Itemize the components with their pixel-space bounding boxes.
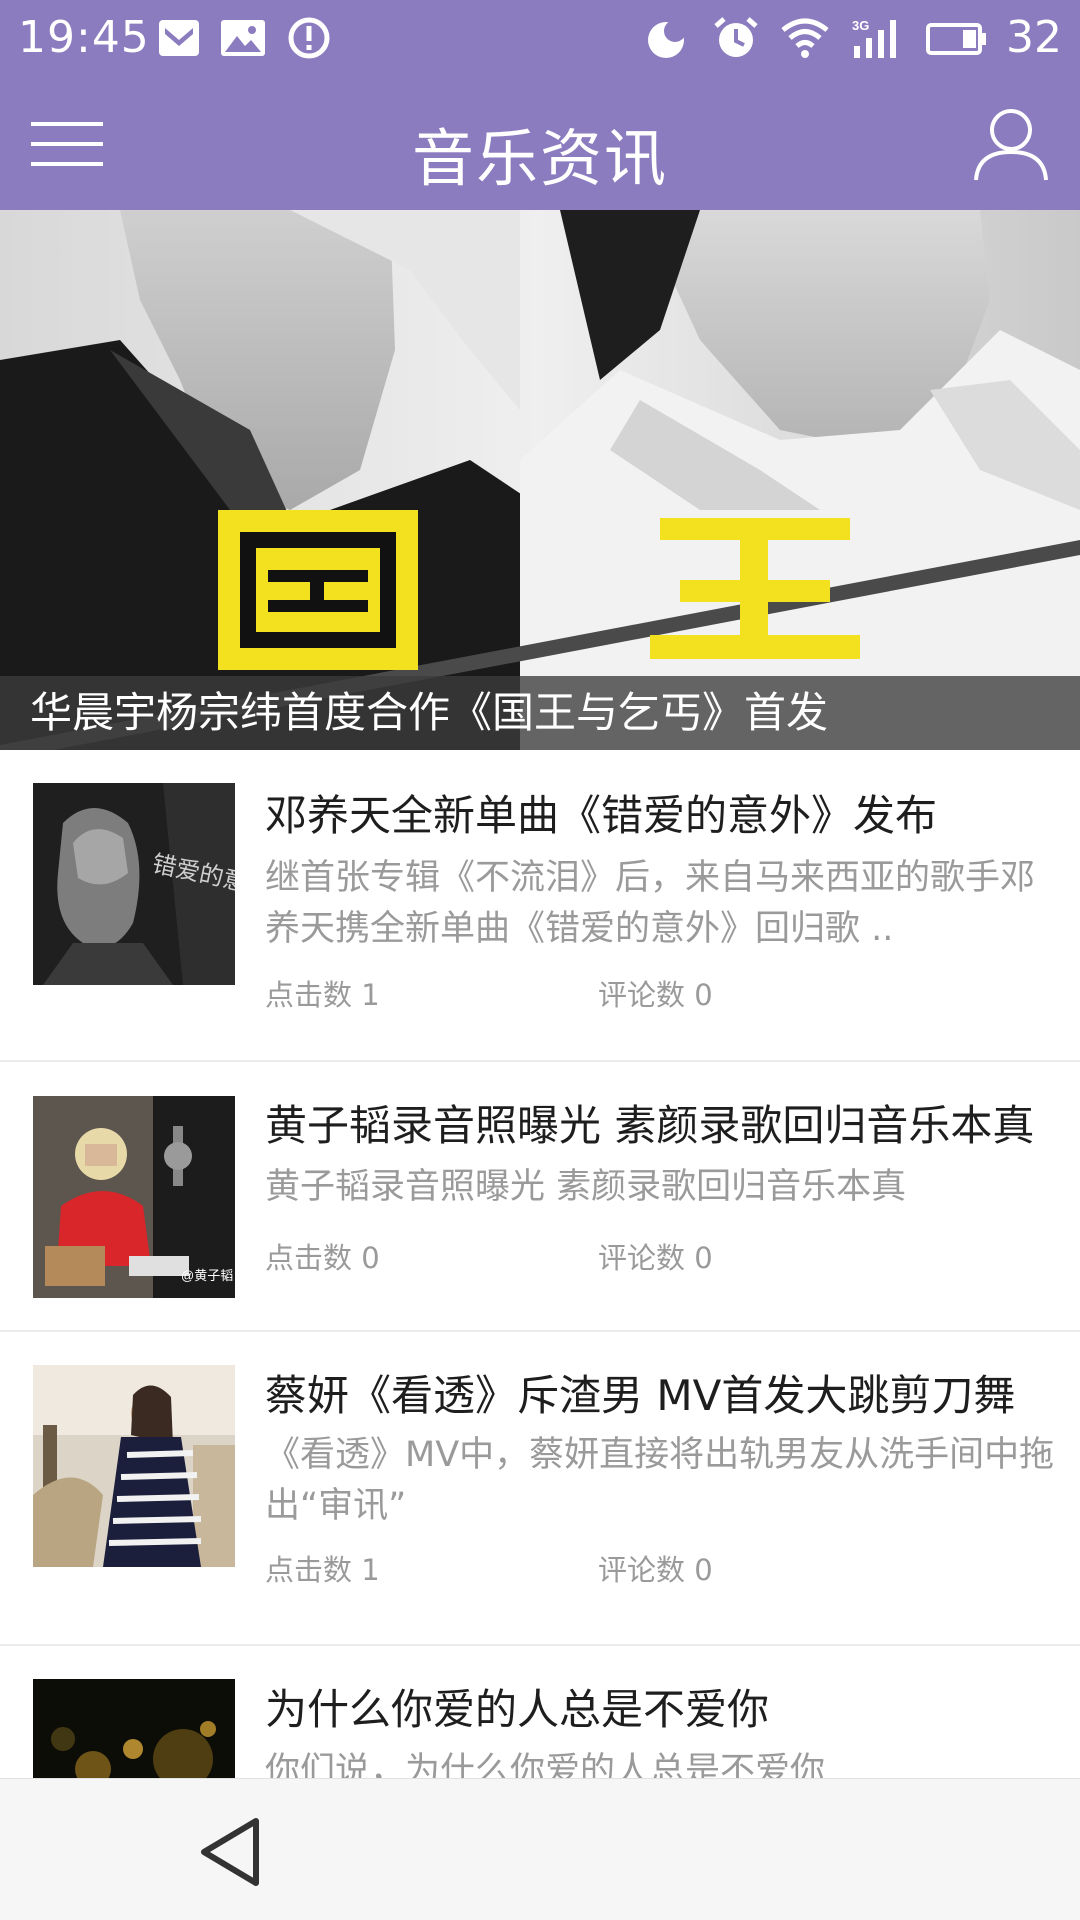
alert-icon — [288, 17, 330, 59]
back-triangle-icon[interactable] — [196, 1815, 266, 1889]
click-count: 点击数 1 — [265, 1553, 380, 1587]
moon-icon — [648, 20, 686, 58]
news-title: 蔡妍《看透》斥渣男 MV首发大跳剪刀舞 — [265, 1371, 1016, 1420]
banner-image — [0, 210, 1080, 750]
news-title: 为什么你爱的人总是不爱你 — [265, 1685, 770, 1734]
news-summary: 《看透》MV中，蔡妍直接将出轨男友从洗手间中拖出“审讯” — [265, 1435, 1055, 1526]
click-count: 点击数 1 — [265, 978, 380, 1012]
comment-count: 评论数 0 — [598, 978, 713, 1012]
news-title: 邓养天全新单曲《错爱的意外》发布 — [265, 791, 938, 840]
svg-text:3G: 3G — [852, 18, 869, 33]
news-thumbnail: 错爱的意外 — [33, 783, 235, 985]
app-bar: 音乐资讯 — [0, 78, 1080, 210]
hero-banner[interactable]: 华晨宇杨宗纬首度合作《国王与乞丐》首发 — [0, 210, 1080, 750]
news-summary: 你们说，为什么你爱的人总是不爱你 — [265, 1751, 826, 1778]
news-item[interactable]: @黄子韬 weibo.com/u 黄子韬录音照曝光 素颜录歌回归音乐本真 黄子韬… — [0, 1062, 1080, 1332]
page-title: 音乐资讯 — [411, 122, 668, 195]
comment-count: 评论数 0 — [598, 1241, 713, 1275]
battery-icon — [926, 23, 986, 55]
news-thumbnail — [33, 1365, 235, 1567]
mail-icon — [159, 20, 199, 56]
navigation-bar — [0, 1778, 1080, 1920]
news-title: 黄子韬录音照曝光 素颜录歌回归音乐本真 — [265, 1101, 1035, 1150]
thumbnail-overlay-text: @黄子韬 weibo.com/u — [181, 1268, 235, 1283]
status-time: 19:45 — [18, 12, 150, 63]
news-thumbnail: @黄子韬 weibo.com/u — [33, 1096, 235, 1298]
status-bar: 19:45 3G 32 — [0, 0, 1080, 78]
news-summary: 继首张专辑《不流泪》后，来自马来西亚的歌手邓养天携全新单曲《错爱的意外》回归歌 … — [265, 858, 1036, 949]
news-item[interactable]: 为什么你爱的人总是不爱你 你们说，为什么你爱的人总是不爱你 — [0, 1646, 1080, 1778]
user-profile-icon[interactable] — [968, 104, 1054, 184]
alarm-icon — [714, 17, 758, 57]
wifi-icon — [781, 18, 829, 58]
banner-caption: 华晨宇杨宗纬首度合作《国王与乞丐》首发 — [0, 676, 1080, 750]
news-list: 错爱的意外 邓养天全新单曲《错爱的意外》发布 继首张专辑《不流泪》后，来自马来西… — [0, 750, 1080, 1778]
news-summary: 黄子韬录音照曝光 素颜录歌回归音乐本真 — [265, 1167, 907, 1207]
news-item[interactable]: 错爱的意外 邓养天全新单曲《错爱的意外》发布 继首张专辑《不流泪》后，来自马来西… — [0, 750, 1080, 1062]
image-icon — [221, 20, 265, 56]
news-item[interactable]: 蔡妍《看透》斥渣男 MV首发大跳剪刀舞 《看透》MV中，蔡妍直接将出轨男友从洗手… — [0, 1332, 1080, 1646]
signal-3g-icon: 3G — [852, 18, 896, 58]
click-count: 点击数 0 — [265, 1241, 380, 1275]
battery-level: 32 — [1006, 12, 1062, 63]
comment-count: 评论数 0 — [598, 1553, 713, 1587]
news-thumbnail — [33, 1679, 235, 1778]
